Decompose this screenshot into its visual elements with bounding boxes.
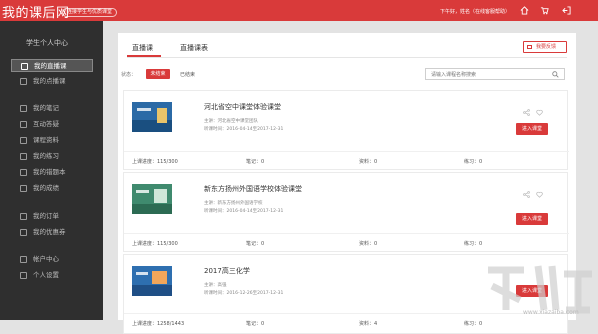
course-title[interactable]: 河北省空中课堂体验课堂	[204, 102, 281, 112]
course-thumbnail[interactable]	[132, 184, 172, 214]
user-greeting[interactable]: 下午好，姓名（在线客服帮助）	[440, 8, 510, 15]
share-icon[interactable]	[523, 109, 530, 116]
materials-stat[interactable]: 资料：4	[359, 320, 377, 327]
course-teacher: 主讲：新东方扬州外国语学校	[204, 201, 263, 206]
exercises-stat[interactable]: 练习：0	[464, 320, 482, 327]
sidebar-item-qa[interactable]: 互动答疑	[11, 118, 93, 131]
sidebar-item-materials[interactable]: 课程资料	[11, 134, 93, 147]
progress-stat: 上课进度：115/300	[132, 241, 178, 247]
site-motto: 连接学生与优质课堂	[62, 8, 118, 17]
course-thumbnail[interactable]	[132, 102, 172, 132]
coupon-icon	[20, 229, 27, 236]
folder-icon	[20, 137, 27, 144]
course-teacher: 主讲：高强	[204, 283, 227, 288]
home-icon[interactable]	[520, 6, 529, 15]
sidebar-item-exercises[interactable]: 我的练习	[11, 150, 93, 163]
account-icon	[20, 256, 27, 263]
sidebar-item-label: 我的错题本	[33, 168, 66, 176]
exercises-stat[interactable]: 练习：0	[464, 158, 482, 165]
filter-label: 状态：	[121, 72, 137, 78]
favorite-icon[interactable]	[536, 109, 543, 116]
settings-icon	[20, 272, 27, 279]
watermark-text: www.xiazaiba.com	[523, 309, 579, 316]
sidebar-item-settings[interactable]: 个人设置	[11, 269, 93, 282]
course-card: 河北省空中课堂体验课堂 主讲：河北省空中课堂团队 听课时间：2016-04-14…	[123, 90, 569, 170]
sidebar-item-label: 我的笔记	[33, 104, 59, 112]
sidebar-item-account[interactable]: 帐户中心	[11, 253, 93, 266]
order-icon	[20, 213, 27, 220]
materials-stat[interactable]: 资料：0	[359, 158, 377, 165]
notes-stat[interactable]: 笔记：0	[246, 320, 264, 327]
exercises-stat[interactable]: 练习：0	[464, 240, 482, 247]
video-icon	[20, 78, 27, 85]
cart-icon[interactable]	[540, 6, 549, 15]
book-icon	[20, 169, 27, 176]
sidebar-item-label: 帐户中心	[33, 255, 59, 263]
exercise-icon	[20, 153, 27, 160]
enter-classroom-button[interactable]: 进入课堂	[516, 123, 548, 135]
tab-divider	[127, 57, 567, 58]
course-thumbnail[interactable]	[132, 266, 172, 296]
sidebar-item-live-courses[interactable]: 我的直播课	[11, 59, 93, 72]
progress-stat: 上课进度：1258/1443	[132, 321, 185, 327]
sidebar-item-label: 我的优惠券	[33, 228, 66, 236]
course-teacher: 主讲：河北省空中课堂团队	[204, 119, 258, 124]
tab-live-schedule[interactable]: 直播课表	[180, 43, 208, 53]
filter-chip-finished[interactable]: 已结束	[180, 71, 195, 78]
filter-chip-unfinished[interactable]: 未结束	[146, 69, 170, 79]
sidebar-item-label: 我的直播课	[34, 62, 67, 70]
sidebar-item-label: 个人设置	[33, 271, 59, 279]
progress-stat: 上课进度：115/300	[132, 159, 178, 165]
sidebar-item-label: 我的订单	[33, 212, 59, 220]
sidebar-item-notes[interactable]: 我的笔记	[11, 102, 93, 115]
course-title[interactable]: 2017高三化学	[204, 266, 250, 276]
calendar-icon	[21, 63, 28, 70]
course-time: 听课时间：2016-04-14至2017-12-31	[204, 209, 284, 214]
chart-icon	[20, 185, 27, 192]
search-input[interactable]	[431, 71, 541, 78]
sidebar-title: 学生个人中心	[26, 39, 68, 47]
sidebar-item-label: 互动答疑	[33, 120, 59, 128]
course-stats: 上课进度：115/300 笔记：0 资料：0 练习：0	[124, 151, 569, 169]
chat-icon	[20, 121, 27, 128]
mail-icon	[527, 45, 532, 49]
sidebar-item-mistakes[interactable]: 我的错题本	[11, 166, 93, 179]
notes-stat[interactable]: 笔记：0	[246, 240, 264, 247]
site-logo[interactable]: 我的课后网	[2, 2, 70, 21]
enter-classroom-button[interactable]: 进入课堂	[516, 213, 548, 225]
sidebar-item-grades[interactable]: 我的成绩	[11, 182, 93, 195]
feedback-button[interactable]: 我要反馈	[523, 41, 567, 53]
course-time: 听课时间：2016-04-14至2017-12-31	[204, 127, 284, 132]
course-card: 新东方扬州外国语学校体验课堂 主讲：新东方扬州外国语学校 听课时间：2016-0…	[123, 172, 569, 252]
feedback-label: 我要反馈	[536, 44, 557, 50]
materials-stat[interactable]: 资料：0	[359, 240, 377, 247]
sidebar-item-orders[interactable]: 我的订单	[11, 210, 93, 223]
favorite-icon[interactable]	[536, 191, 543, 198]
sidebar-item-label: 我的成绩	[33, 184, 59, 192]
logout-icon[interactable]	[562, 6, 571, 15]
notes-stat[interactable]: 笔记：0	[246, 158, 264, 165]
sidebar-item-label: 我的练习	[33, 152, 59, 160]
tab-live-courses[interactable]: 直播课	[132, 43, 153, 53]
sidebar-item-coupons[interactable]: 我的优惠券	[11, 226, 93, 239]
top-header: 我的课后网 连接学生与优质课堂 下午好，姓名（在线客服帮助）	[0, 0, 598, 21]
sidebar: 学生个人中心 我的直播课 我的点播课 我的笔记 互动答疑 课程资料 我的练习 我…	[0, 21, 103, 320]
sidebar-item-label: 我的点播课	[33, 77, 66, 85]
search-box	[425, 68, 565, 80]
course-time: 听课时间：2016-12-26至2017-12-31	[204, 291, 284, 296]
sidebar-item-label: 课程资料	[33, 136, 59, 144]
share-icon[interactable]	[523, 191, 530, 198]
sidebar-item-vod-courses[interactable]: 我的点播课	[11, 75, 93, 88]
search-icon[interactable]	[552, 71, 559, 78]
course-stats: 上课进度：115/300 笔记：0 资料：0 练习：0	[124, 233, 569, 251]
course-title[interactable]: 新东方扬州外国语学校体验课堂	[204, 184, 302, 194]
note-icon	[20, 105, 27, 112]
